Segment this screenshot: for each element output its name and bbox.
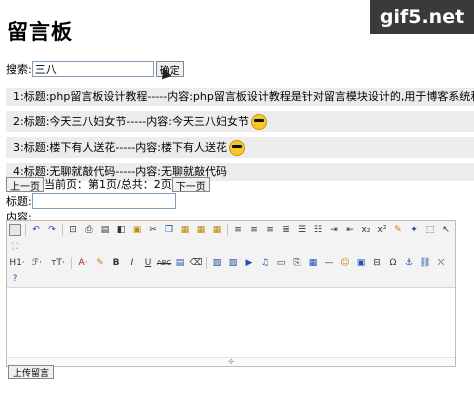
- editor-resize-handle[interactable]: ✣: [7, 357, 455, 366]
- clear-format-icon[interactable]: ✎: [392, 224, 404, 236]
- source-code-icon[interactable]: [9, 224, 21, 236]
- ordered-list-icon[interactable]: ☰: [296, 224, 308, 236]
- redo-icon[interactable]: ↷: [46, 224, 58, 236]
- clear-icon[interactable]: ▣: [131, 224, 143, 236]
- remove-format-icon[interactable]: ⌫: [190, 257, 203, 269]
- fullscreen-icon[interactable]: ⛶: [9, 241, 21, 253]
- pointer-icon[interactable]: ↖: [440, 224, 452, 236]
- upload-message-button[interactable]: 上传留言: [8, 365, 55, 379]
- toolbar-row-1b: ⛶: [9, 241, 25, 253]
- page-status: 当前页：第1页/总共：2页: [44, 178, 172, 191]
- image-icon[interactable]: ▨: [211, 257, 223, 269]
- link-icon[interactable]: ⛓: [419, 257, 431, 269]
- table-icon[interactable]: ▦: [307, 257, 319, 269]
- title-label: 标题:: [6, 195, 32, 208]
- multi-image-icon[interactable]: ▨: [227, 257, 239, 269]
- outdent-icon[interactable]: ⇤: [344, 224, 356, 236]
- message-text: 1:标题:php留言板设计教程-----内容:php留言板设计教程是针对留言模块…: [13, 90, 474, 103]
- help-icon[interactable]: ?: [9, 273, 21, 285]
- highlight-color-icon[interactable]: ✎: [94, 257, 106, 269]
- select-all-icon[interactable]: ⬚: [424, 224, 436, 236]
- media-icon[interactable]: ♫: [259, 257, 271, 269]
- next-page-button[interactable]: 下一页: [171, 176, 210, 193]
- prev-page-button[interactable]: 上一页: [6, 176, 44, 193]
- underline-icon[interactable]: U: [142, 257, 154, 269]
- insert-file-icon[interactable]: ▭: [275, 257, 287, 269]
- toolbar-row-1: ↶ ↷ ⊡ ⎙ ▤ ◧ ▣ ✂ ❐ ▦ ▦ ▦ ≡ ≡ ≡ ≣ ☰ ☷ ⇥ ⇤ …: [9, 224, 456, 236]
- cool-emoji-icon: [250, 114, 267, 130]
- bold-icon[interactable]: B: [110, 257, 122, 269]
- toolbar-row-3: ?: [9, 273, 25, 285]
- page-title: 留言板: [7, 20, 73, 44]
- page-break-icon[interactable]: ⊟: [371, 257, 383, 269]
- cut-icon[interactable]: ✂: [147, 224, 159, 236]
- anchor-icon[interactable]: ⚓: [403, 257, 415, 269]
- toolbar-row-2: H1· ℱ· ᴛT· A· ✎ B I U ABC ▤ ⌫ ▨ ▨ ▶ ♫ ▭ …: [9, 257, 451, 269]
- toolbar-separator: [62, 224, 63, 236]
- toolbar-separator: [227, 224, 228, 236]
- paste-word-icon[interactable]: ▦: [211, 224, 223, 236]
- align-center-icon[interactable]: ≡: [248, 224, 260, 236]
- pagination: 上一页 当前页：第1页/总共：2页 下一页: [6, 176, 210, 193]
- heading-icon[interactable]: H1·: [9, 257, 25, 269]
- list-item: 1:标题:php留言板设计教程-----内容:php留言板设计教程是针对留言模块…: [6, 88, 474, 106]
- editor-content-area[interactable]: [7, 288, 455, 358]
- list-item: 2:标题:今天三八妇女节-----内容:今天三八妇女节: [6, 111, 474, 132]
- toolbar-separator: [206, 257, 207, 269]
- line-height-icon[interactable]: ▤: [174, 257, 186, 269]
- template-icon[interactable]: ▤: [99, 224, 111, 236]
- title-input[interactable]: [31, 193, 176, 209]
- superscript-icon[interactable]: x²: [376, 224, 388, 236]
- search-bar: 搜索: 确定: [6, 61, 184, 77]
- font-family-icon[interactable]: ℱ·: [29, 257, 45, 269]
- code-icon[interactable]: ◧: [115, 224, 127, 236]
- baidu-map-icon[interactable]: ▣: [355, 257, 367, 269]
- emoticon-icon[interactable]: ☺: [339, 257, 351, 269]
- title-field-row: 标题:: [6, 193, 176, 209]
- justify-icon[interactable]: ≣: [280, 224, 292, 236]
- align-right-icon[interactable]: ≡: [264, 224, 276, 236]
- unordered-list-icon[interactable]: ☷: [312, 224, 324, 236]
- message-text: 2:标题:今天三八妇女节-----内容:今天三八妇女节: [13, 115, 249, 128]
- indent-icon[interactable]: ⇥: [328, 224, 340, 236]
- italic-icon[interactable]: I: [126, 257, 138, 269]
- copy-icon[interactable]: ❐: [163, 224, 175, 236]
- cool-emoji-icon: [228, 140, 245, 156]
- unlink-icon[interactable]: ⛌: [435, 257, 447, 269]
- font-color-icon[interactable]: A·: [76, 257, 90, 269]
- flash-icon[interactable]: ▶: [243, 257, 255, 269]
- horizontal-rule-icon[interactable]: —: [323, 257, 335, 269]
- rich-text-editor: ↶ ↷ ⊡ ⎙ ▤ ◧ ▣ ✂ ❐ ▦ ▦ ▦ ≡ ≡ ≡ ≣ ☰ ☷ ⇥ ⇤ …: [6, 220, 456, 367]
- preview-icon[interactable]: ⊡: [67, 224, 79, 236]
- message-list: 1:标题:php留言板设计教程-----内容:php留言板设计教程是针对留言模块…: [6, 88, 474, 186]
- search-input[interactable]: [31, 61, 154, 77]
- editor-toolbar: ↶ ↷ ⊡ ⎙ ▤ ◧ ▣ ✂ ❐ ▦ ▦ ▦ ≡ ≡ ≡ ≣ ☰ ☷ ⇥ ⇤ …: [7, 221, 455, 288]
- search-label: 搜索:: [6, 63, 32, 76]
- watermark-logo: gif5.net: [370, 0, 474, 34]
- special-char-icon[interactable]: Ω: [387, 257, 399, 269]
- font-size-icon[interactable]: ᴛT·: [49, 257, 67, 269]
- quick-format-icon[interactable]: ✦: [408, 224, 420, 236]
- watermark-text: gif5.net: [379, 6, 465, 28]
- strikethrough-icon[interactable]: ABC: [157, 257, 171, 269]
- attachment-icon[interactable]: ⎘: [291, 257, 303, 269]
- paste-text-icon[interactable]: ▦: [195, 224, 207, 236]
- print-icon[interactable]: ⎙: [83, 224, 95, 236]
- message-text: 3:标题:楼下有人送花-----内容:楼下有人送花: [13, 141, 227, 154]
- toolbar-separator: [25, 224, 26, 236]
- undo-icon[interactable]: ↶: [30, 224, 42, 236]
- paste-icon[interactable]: ▦: [179, 224, 191, 236]
- subscript-icon[interactable]: x₂: [360, 224, 372, 236]
- toolbar-separator: [71, 257, 72, 269]
- list-item: 3:标题:楼下有人送花-----内容:楼下有人送花: [6, 137, 474, 158]
- align-left-icon[interactable]: ≡: [232, 224, 244, 236]
